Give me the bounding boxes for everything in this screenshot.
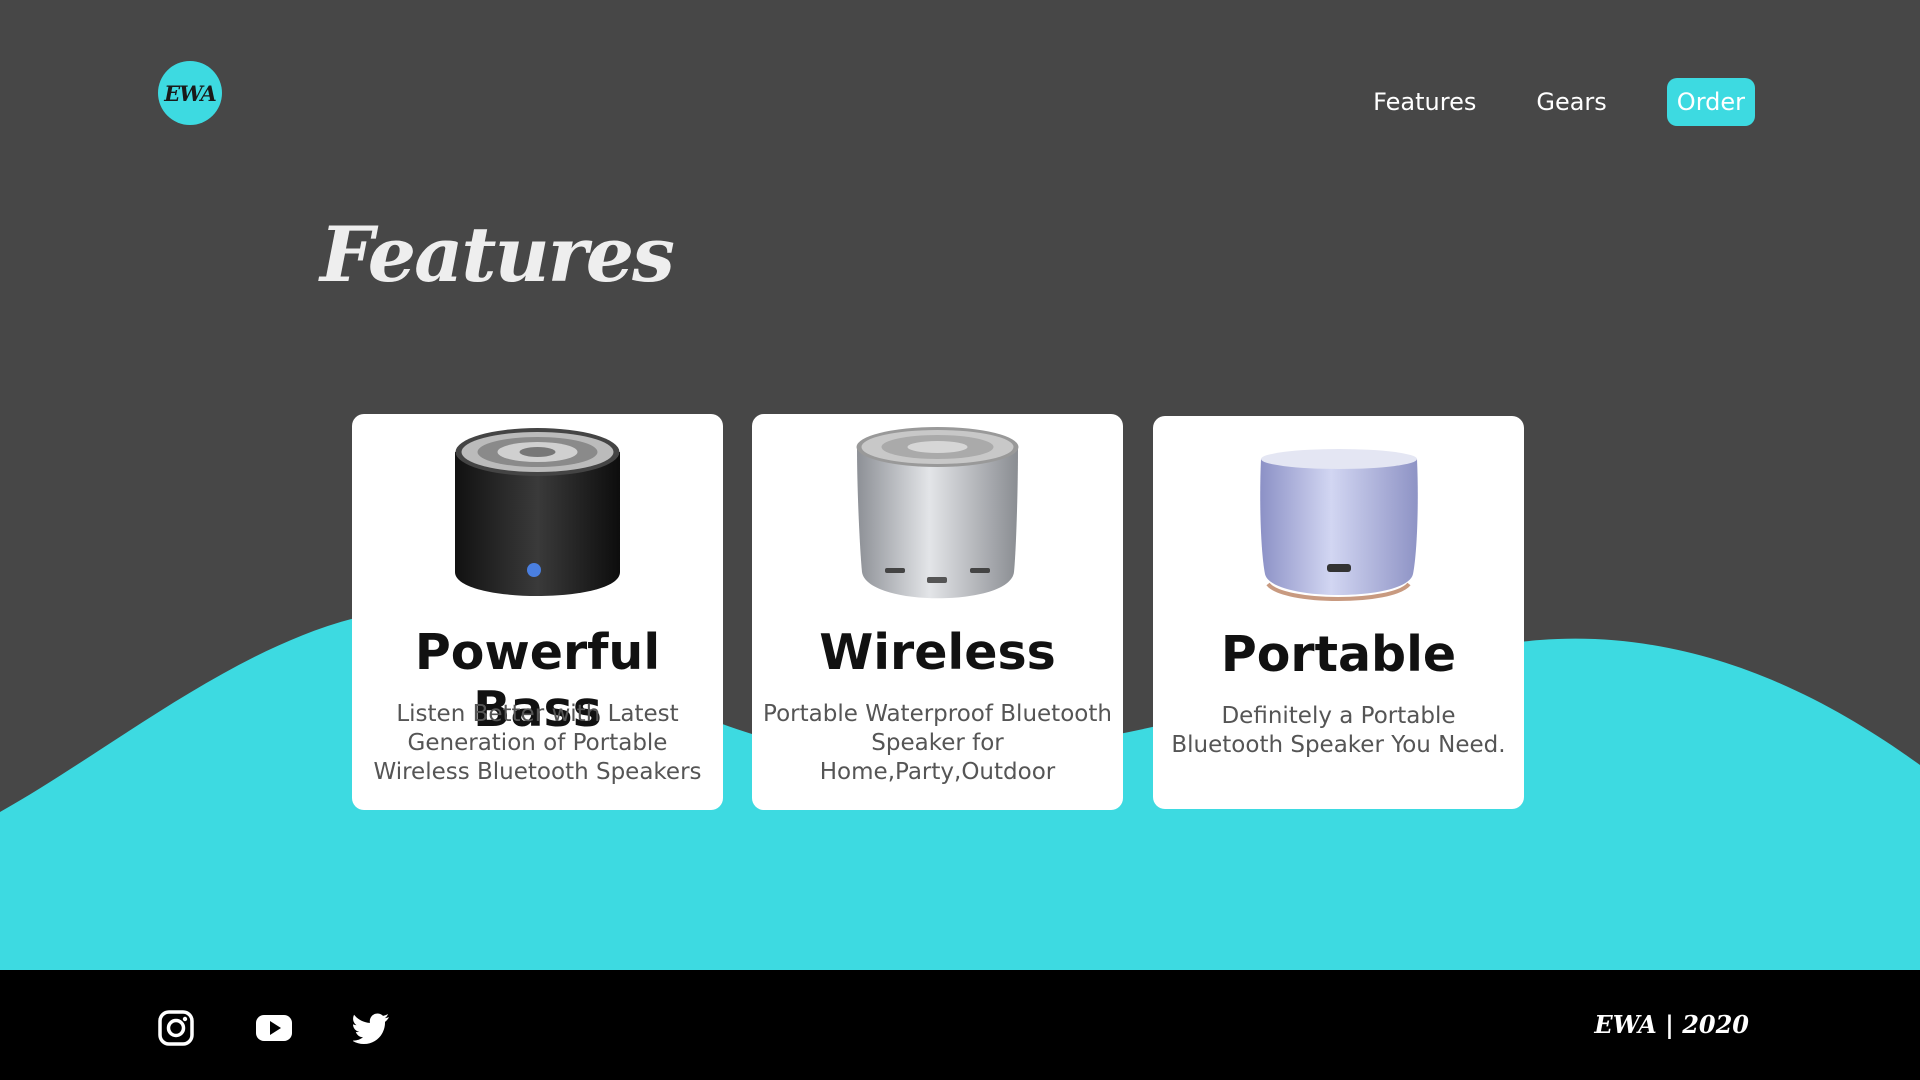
copyright-text: EWA | 2020 <box>1594 1010 1749 1039</box>
feature-card-bass: Powerful Bass Listen Better with Latest … <box>352 414 723 810</box>
nav-gears-link[interactable]: Gears <box>1536 88 1606 116</box>
feature-card-wireless: Wireless Portable Waterproof Bluetooth S… <box>752 414 1123 810</box>
card-description: Portable Waterproof Bluetooth Speaker fo… <box>763 701 1112 785</box>
section-title: Features <box>320 210 675 299</box>
silver-speaker-image <box>856 427 1019 599</box>
instagram-icon[interactable] <box>158 1010 194 1046</box>
card-description: Listen Better with Latest Generation of … <box>373 701 702 785</box>
card-description: Definitely a Portable Bluetooth Speaker … <box>1171 703 1506 758</box>
logo[interactable]: EWA <box>158 61 222 125</box>
nav-features-link[interactable]: Features <box>1373 88 1476 116</box>
main-nav: Features Gears Order <box>1313 78 1755 126</box>
feature-card-portable: Portable Definitely a Portable Bluetooth… <box>1153 416 1524 809</box>
card-title: Wireless <box>819 624 1056 681</box>
card-title: Portable <box>1220 626 1457 683</box>
lavender-speaker-image <box>1260 449 1418 601</box>
youtube-icon[interactable] <box>255 1010 293 1046</box>
black-speaker-image <box>455 428 620 596</box>
twitter-icon[interactable] <box>353 1010 391 1046</box>
nav-order-button[interactable]: Order <box>1666 78 1755 126</box>
logo-text: EWA <box>164 80 217 106</box>
